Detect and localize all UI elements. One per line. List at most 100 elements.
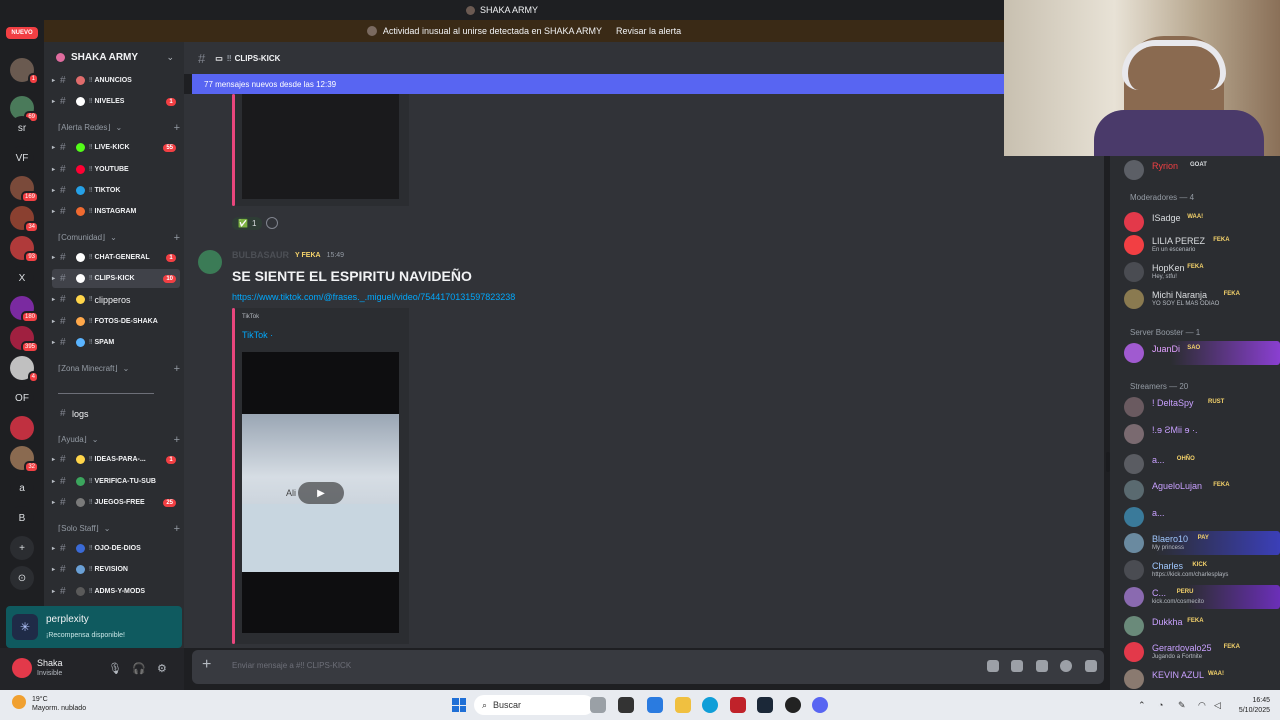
channel-item[interactable]: ▸ # ‼ INSTAGRAM [52, 202, 180, 221]
server-icon[interactable] [10, 416, 34, 440]
member-item[interactable]: C... PERU kick.com/cosmecito [1124, 585, 1280, 609]
channel-category[interactable]: ⌈Zona Minecraft⌋ ⌄ + [58, 363, 180, 375]
perplexity-promo[interactable]: ✳ perplexity ¡Recompensa disponible! [6, 606, 182, 648]
member-item[interactable]: KEVIN AZUL WAA! [1124, 667, 1280, 690]
channel-item[interactable]: # logs [52, 404, 180, 423]
author-name[interactable]: BULBASAUR [232, 250, 289, 260]
channel-item[interactable]: ▸ # ‼ CHAT-GENERAL 1 [52, 248, 180, 267]
apps-icon[interactable] [1085, 660, 1097, 672]
volume-icon[interactable]: ◁ [1214, 700, 1221, 711]
member-item[interactable]: JuanDi SAO [1124, 341, 1280, 365]
new-messages-banner[interactable]: 77 mensajes nuevos desde las 12:39 [192, 74, 1004, 94]
channel-item[interactable]: ▸ # ‼ REVISION [52, 560, 180, 579]
microphone-icon[interactable]: 🎙 [108, 662, 122, 675]
clock[interactable]: 16:45 5/10/2025 [1239, 696, 1270, 716]
channel-item[interactable]: ▸ # ‼ IDEAS-PARA-... 1 [52, 450, 180, 469]
file-explorer-icon[interactable] [618, 697, 634, 713]
channel-item[interactable]: ▸ # ‼ TIKTOK [52, 181, 180, 200]
channel-item[interactable]: ▸ # ‼ VERIFICA-TU-SUB [52, 472, 180, 491]
headphones-icon[interactable]: 🎧 [132, 662, 146, 675]
channel-item[interactable]: ▸ # ‼ YOUTUBE [52, 160, 180, 179]
server-icon[interactable]: VF [10, 146, 34, 170]
member-item[interactable]: Blaero10 PAY My princess [1124, 531, 1280, 555]
channel-item[interactable]: ▸ # ‼ ADMS-Y-MODS [52, 582, 180, 601]
member-item[interactable]: Ryrion GOAT [1124, 158, 1280, 182]
wifi-icon[interactable]: ◠ [1198, 700, 1206, 711]
app-icon-1[interactable] [590, 697, 606, 713]
app-icon-red[interactable] [730, 697, 746, 713]
server-icon[interactable]: 34 [10, 206, 39, 233]
embed-title[interactable]: TikTok · [242, 330, 273, 340]
add-attachment-icon[interactable]: + [202, 656, 211, 674]
channel-category[interactable]: ⌈Comunidad⌋ ⌄ + [58, 232, 180, 244]
channel-item[interactable]: ▸ # ‼ OJO-DE-DIOS [52, 539, 180, 558]
tray-icon[interactable]: ◔ [1158, 700, 1163, 710]
gif-icon[interactable] [1011, 660, 1023, 672]
review-alert-button[interactable]: Revisar la alerta [616, 26, 681, 36]
channel-item[interactable]: ▸ # ‼ FOTOS-DE-SHAKA [52, 312, 180, 331]
windows-start-icon[interactable] [452, 698, 466, 712]
channel-item[interactable]: ▸ # ‼ JUEGOS-FREE 25 [52, 493, 180, 512]
obs-icon[interactable] [785, 697, 801, 713]
channel-item[interactable]: ▸ # ‼ clipperos [52, 290, 180, 309]
avatar[interactable] [198, 250, 222, 274]
add-channel-icon[interactable]: + [174, 363, 180, 375]
member-item[interactable]: LILIA PEREZ FEKA En un escenario [1124, 233, 1280, 257]
channel-category[interactable]: ⌈Alerta Redes⌋ ⌄ + [58, 122, 180, 134]
channel-item[interactable]: ▸ # ‼ LIVE-KICK 55 [52, 138, 180, 157]
server-icon[interactable]: OF [10, 386, 34, 410]
channel-item[interactable]: ▸ # ‼ SPAM [52, 333, 180, 352]
sticker-icon[interactable] [1036, 660, 1048, 672]
member-item[interactable]: Charles KICK https://kick.com/charlesplays [1124, 558, 1280, 582]
server-icon[interactable]: X [10, 266, 34, 290]
channel-category[interactable]: ⌈Solo Staff⌋ ⌄ + [58, 523, 180, 535]
server-icon[interactable]: sr [10, 116, 34, 140]
channel-category[interactable]: ⌈Ayuda⌋ ⌄ + [58, 434, 180, 446]
pen-icon[interactable]: ✎ [1178, 700, 1186, 711]
member-item[interactable]: ! DeltaSpy RUST [1124, 395, 1280, 419]
add-channel-icon[interactable]: + [174, 232, 180, 244]
server-icon[interactable]: 1 [10, 58, 39, 85]
member-item[interactable]: !.ɘ ƧMii ɘ ·. [1124, 422, 1280, 446]
search-box[interactable]: ⌕ Buscar [474, 695, 594, 715]
weather-widget[interactable]: 19°C Mayorm. nublado [12, 695, 86, 713]
gear-icon[interactable]: ⚙ [157, 662, 167, 675]
message-link[interactable]: https://www.tiktok.com/@frases._.miguel/… [232, 292, 515, 302]
new-badge[interactable]: NUEVO [6, 27, 38, 39]
add-channel-icon[interactable]: + [174, 122, 180, 134]
video-thumbnail[interactable] [242, 94, 399, 199]
server-icon[interactable]: 93 [10, 236, 39, 263]
scrollbar[interactable] [1106, 452, 1110, 472]
discord-icon[interactable] [812, 697, 828, 713]
copilot-icon[interactable] [647, 697, 663, 713]
chevron-down-icon[interactable]: ⌄ [166, 52, 174, 63]
composer-placeholder[interactable]: Enviar mensaje a #‼ CLIPS-KICK [232, 661, 351, 670]
add-channel-icon[interactable]: + [174, 523, 180, 535]
channel-item[interactable]: ▸ # ‼ CLIPS-KICK 10 [52, 269, 180, 288]
server-icon[interactable]: 32 [10, 446, 39, 473]
member-item[interactable]: Michi Naranja FEKA YO SOY EL MAS ODIAO [1124, 287, 1280, 311]
reaction-check[interactable]: ✅ 1 [232, 216, 263, 230]
add-channel-icon[interactable]: + [174, 434, 180, 446]
member-item[interactable]: Gerardovalo25 FEKA Jugando a Fortnite [1124, 640, 1280, 664]
server-icon[interactable]: 4 [10, 356, 39, 383]
member-item[interactable]: AgueloLujan FEKA [1124, 478, 1280, 502]
channel-item[interactable]: ▸ # ‼ NIVELES 1 [52, 92, 180, 111]
emoji-icon[interactable] [1060, 660, 1072, 672]
server-name-button[interactable]: SHAKA ARMY [56, 52, 138, 63]
gift-icon[interactable] [987, 660, 999, 672]
member-item[interactable]: a... OHÑO [1124, 452, 1280, 476]
avatar[interactable] [12, 658, 32, 678]
channel-item[interactable]: ▸ # ‼ ANUNCIOS [52, 71, 180, 90]
add-reaction-icon[interactable] [266, 217, 279, 229]
member-item[interactable]: a... [1124, 505, 1280, 529]
steam-icon[interactable] [757, 697, 773, 713]
server-icon[interactable]: a [10, 476, 34, 500]
folder-icon[interactable] [675, 697, 691, 713]
server-icon[interactable]: + [10, 536, 34, 560]
chevron-up-icon[interactable]: ⌃ [1138, 700, 1146, 711]
server-icon[interactable]: 169 [10, 176, 39, 203]
message-composer[interactable]: + Enviar mensaje a #‼ CLIPS-KICK [192, 650, 1104, 684]
member-item[interactable]: ISadge WAA! [1124, 210, 1280, 234]
server-icon[interactable]: 395 [10, 326, 39, 353]
